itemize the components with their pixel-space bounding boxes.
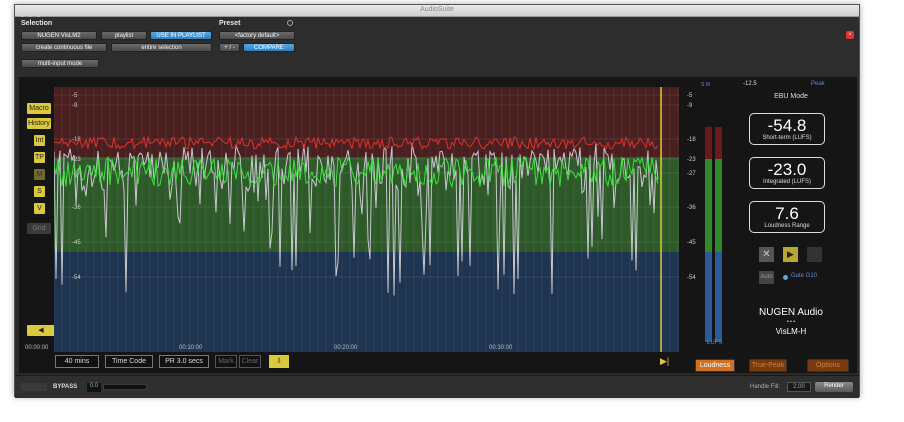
scale-label: -9: [72, 103, 78, 109]
audiosuite-window: AudioSuite Selection NUGEN VisLM2 playli…: [14, 4, 860, 398]
clear-button[interactable]: Clear: [239, 355, 261, 368]
selection-label: Selection: [21, 20, 53, 27]
ebu-mode-label: EBU Mode: [774, 93, 808, 100]
s-toggle[interactable]: S: [34, 186, 45, 197]
meter-green-1: [715, 159, 722, 252]
bypass-value: 0.0: [87, 383, 101, 392]
loudness-range-value: 7.6: [775, 204, 799, 223]
create-continuous-file-select[interactable]: create continuous file: [21, 43, 107, 52]
audiosuite-footer: BYPASS 0.0 Handle Fill: 2.00 Render: [15, 375, 859, 398]
gate-indicator-icon: [783, 275, 788, 280]
integrated-caption: Integrated (LUFS): [762, 179, 812, 185]
level-meters: S M -5 -9 -18 -23 -27 -36 -45 -54 LUFS: [687, 82, 729, 357]
bypass-button[interactable]: BYPASS: [53, 384, 77, 390]
brand-logo: NUGEN Audio: [759, 307, 823, 318]
auto-button[interactable]: Auto: [759, 271, 774, 284]
scale-label: -36: [72, 205, 81, 211]
meter-scale-label: -18: [687, 137, 696, 143]
meter-readout: -12.5: [743, 81, 757, 87]
tab-options[interactable]: Options: [807, 359, 849, 372]
entire-selection-select[interactable]: entire selection: [111, 43, 212, 52]
loudness-range-readout: 7.6 Loudness Range: [749, 201, 825, 233]
level-indicator: [103, 384, 147, 390]
meter-red-0: [705, 127, 712, 159]
handle-fill-value[interactable]: 2.00: [787, 382, 811, 392]
meter-green-0: [705, 159, 712, 252]
meter-scale-label: -54: [687, 275, 696, 281]
meter-header-sm: S M: [701, 82, 710, 88]
preset-plus-minus-button[interactable]: + / -: [219, 43, 240, 52]
history-button[interactable]: History: [27, 118, 51, 129]
meter-scale-label: -23: [687, 157, 696, 163]
compare-button[interactable]: COMPARE: [243, 43, 295, 52]
meter-scale-label: -45: [687, 240, 696, 246]
meter-blue-1: [715, 252, 722, 342]
int-toggle[interactable]: Int: [34, 135, 45, 146]
integrated-value: -23.0: [767, 160, 807, 179]
loudness-range-caption: Loudness Range: [764, 223, 810, 229]
peak-label: Peak: [811, 81, 825, 87]
scroll-left-button[interactable]: ◀: [27, 325, 55, 336]
meter-bars-svg: -5 -9 -18 -23 -27 -36 -45 -54: [687, 93, 722, 342]
close-plugin-icon[interactable]: ×: [846, 31, 854, 39]
brand-dots: • • •: [786, 319, 796, 325]
short-term-readout: -54.8 Short-term (LUFS): [749, 113, 825, 145]
integrated-readout: -23.0 Integrated (LUFS): [749, 157, 825, 189]
pause-icon[interactable]: [807, 247, 822, 262]
time-tick-1: 00:10:00: [179, 345, 203, 351]
play-icon[interactable]: ▶: [783, 247, 798, 262]
scale-label: -45: [72, 240, 81, 246]
tab-true-peak[interactable]: True-Peak: [749, 359, 787, 372]
footer-mode-select[interactable]: [21, 383, 47, 391]
time-tick-3: 00:30:00: [489, 345, 513, 351]
use-in-playlist-button[interactable]: USE IN PLAYLIST: [150, 31, 212, 40]
reset-x-icon[interactable]: ✕: [759, 247, 774, 262]
pr-select[interactable]: PR 3.0 secs: [159, 355, 209, 368]
audiosuite-header: Selection NUGEN VisLM2 playlist USE IN P…: [15, 17, 859, 77]
loudness-readout-panel: -12.5 Peak EBU Mode -54.8 Short-term (LU…: [731, 81, 851, 375]
mark-button[interactable]: Mark: [215, 355, 237, 368]
handle-fill-label: Handle Fill:: [750, 384, 781, 390]
meter-scale-label: -27: [687, 171, 696, 177]
download-icon[interactable]: ⇩: [269, 355, 289, 368]
short-term-caption: Short-term (LUFS): [762, 135, 812, 141]
preset-label: Preset: [219, 20, 241, 27]
play-to-end-icon[interactable]: ▶|: [660, 356, 669, 367]
window-title: AudioSuite: [420, 6, 454, 13]
scale-label: -5: [72, 93, 78, 99]
plugin-select[interactable]: NUGEN VisLM2: [21, 31, 97, 40]
macro-button[interactable]: Macro: [27, 103, 51, 114]
scale-label: -54: [72, 275, 81, 281]
render-button[interactable]: Render: [815, 382, 853, 392]
preset-options-icon[interactable]: [287, 20, 293, 26]
meter-scale-label: -36: [687, 205, 696, 211]
tab-loudness[interactable]: Loudness: [695, 359, 735, 372]
product-name: VisLM-H: [775, 327, 807, 336]
title-bar: AudioSuite: [15, 5, 859, 21]
loudness-history-graph: -5 -9 -18 -23 -27 -36 -45 -54: [53, 87, 679, 352]
v-toggle[interactable]: V: [34, 203, 45, 214]
short-term-value: -54.8: [767, 116, 807, 135]
tp-toggle[interactable]: TP: [34, 152, 45, 163]
meter-unit: LUFS: [707, 340, 723, 346]
meter-scale-label: -9: [687, 103, 693, 109]
time-tick-0: 00:00:00: [25, 345, 49, 351]
multi-input-mode-button[interactable]: multi-input mode: [21, 59, 99, 68]
time-code-button[interactable]: Time Code: [105, 355, 153, 368]
gate-label: Gate G10: [791, 273, 818, 279]
duration-select[interactable]: 40 mins: [55, 355, 99, 368]
meter-blue-0: [705, 252, 712, 342]
preset-factory-select[interactable]: <factory default>: [219, 31, 295, 40]
playlist-select[interactable]: playlist: [101, 31, 147, 40]
grid-toggle[interactable]: Grid: [27, 223, 51, 234]
meter-scale-label: -5: [687, 93, 693, 99]
loudness-history-svg: -5-9-18-23-27-36-45-54: [53, 87, 679, 352]
meter-red-1: [715, 127, 722, 159]
m-toggle[interactable]: M: [34, 169, 45, 180]
vislm-plugin: Macro History Int TP M S V Grid ◀ -5 -9 -1…: [19, 77, 857, 373]
time-tick-2: 00:20:00: [334, 345, 358, 351]
